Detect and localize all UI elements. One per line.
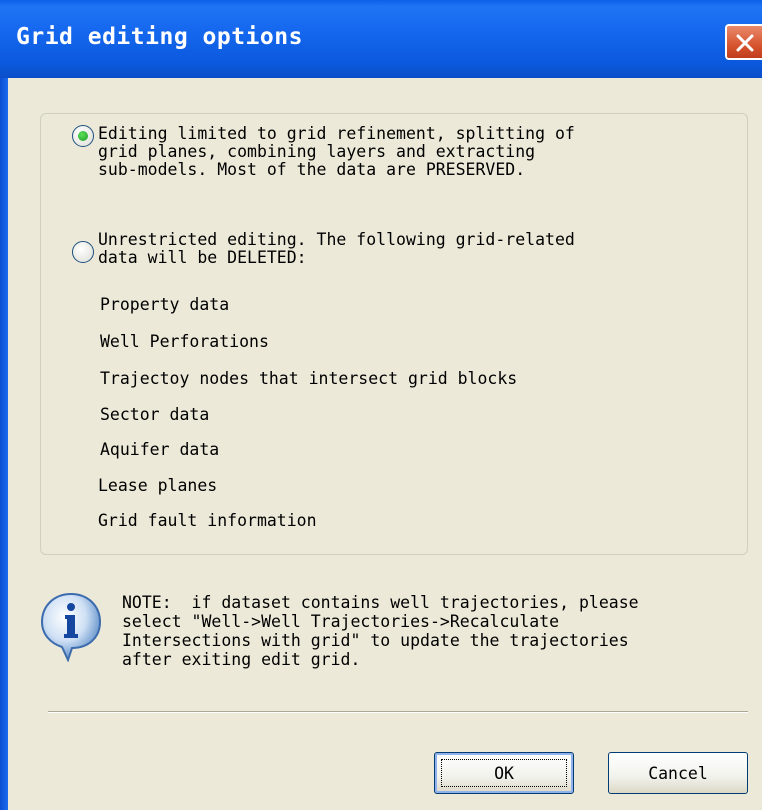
option-unrestricted-editing[interactable]: Unrestricted editing. The following grid… [72, 231, 575, 267]
radio-unrestricted-editing[interactable] [72, 241, 94, 263]
window-border [0, 78, 8, 810]
option-limited-editing[interactable]: Editing limited to grid refinement, spli… [72, 125, 575, 179]
deleted-item: Lease planes [98, 476, 218, 495]
deleted-item: Aquifer data [100, 440, 220, 459]
dialog-window: Grid editing options Editing limited to … [0, 0, 762, 810]
info-icon [40, 592, 102, 662]
deleted-item: Trajectoy nodes that intersect grid bloc… [100, 369, 518, 388]
close-icon [736, 34, 754, 52]
deleted-item: Sector data [100, 405, 210, 424]
ok-button[interactable]: OK [434, 752, 574, 794]
deleted-item: Property data [100, 295, 230, 314]
cancel-button[interactable]: Cancel [608, 752, 748, 794]
option-limited-label: Editing limited to grid refinement, spli… [98, 124, 575, 179]
close-button[interactable] [725, 24, 762, 60]
deleted-item: Grid fault information [98, 511, 317, 530]
window-title: Grid editing options [16, 24, 303, 50]
radio-limited-editing[interactable] [72, 125, 94, 147]
separator [48, 711, 748, 713]
deleted-item: Well Perforations [100, 332, 269, 351]
note-text: NOTE: if dataset contains well trajector… [122, 593, 639, 669]
option-unrestricted-label: Unrestricted editing. The following grid… [98, 230, 575, 267]
focus-rect [441, 759, 567, 787]
cancel-button-label: Cancel [648, 763, 708, 783]
title-bar[interactable]: Grid editing options [0, 0, 762, 78]
